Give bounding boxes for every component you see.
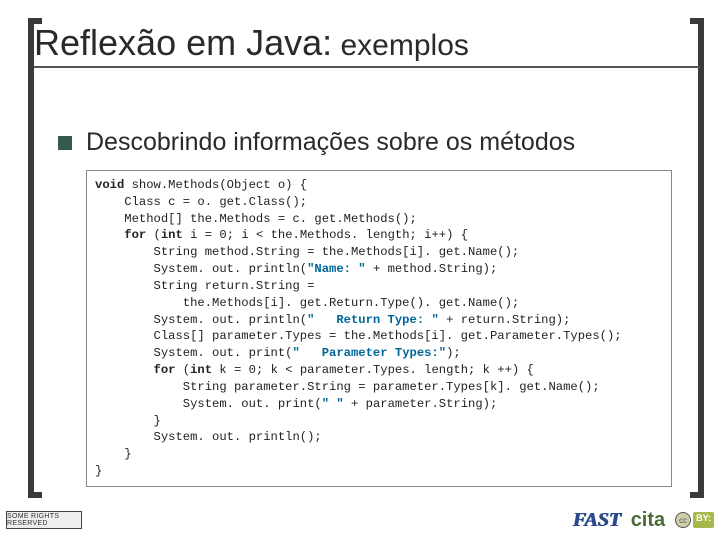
kw-void: void [95, 178, 124, 192]
cc-icon: cc [675, 512, 691, 528]
bullet-row: Descobrindo informações sobre os métodos [58, 128, 680, 157]
slide-title: Reflexão em Java: exemplos [34, 22, 700, 68]
code-block: void show.Methods(Object o) { Class c = … [86, 170, 672, 487]
square-bullet-icon [58, 136, 72, 150]
string-literal: "Name: " [307, 262, 366, 276]
kw-for: for [124, 228, 146, 242]
bracket-right-decor [690, 18, 704, 498]
footer: SOME RIGHTS RESERVED FAST cita cc BY: [6, 506, 714, 534]
title-sub: exemplos [332, 29, 469, 62]
string-literal: " Return Type: " [307, 313, 439, 327]
bracket-left-decor [28, 18, 42, 498]
kw-for: for [154, 363, 176, 377]
title-main: Reflexão em Java: [34, 22, 332, 63]
fast-logo: FAST [573, 509, 621, 532]
bullet-text: Descobrindo informações sobre os métodos [86, 128, 575, 157]
cita-logo: cita [631, 509, 665, 532]
kw-int: int [190, 363, 212, 377]
cc-mini-badge: cc BY: [675, 512, 714, 528]
cc-some-rights-badge: SOME RIGHTS RESERVED [6, 511, 82, 529]
kw-int: int [161, 228, 183, 242]
string-literal: " " [322, 397, 344, 411]
string-literal: " Parameter Types:" [292, 346, 446, 360]
cc-by-tag: BY: [693, 512, 714, 528]
footer-logos: FAST cita cc BY: [573, 509, 715, 532]
